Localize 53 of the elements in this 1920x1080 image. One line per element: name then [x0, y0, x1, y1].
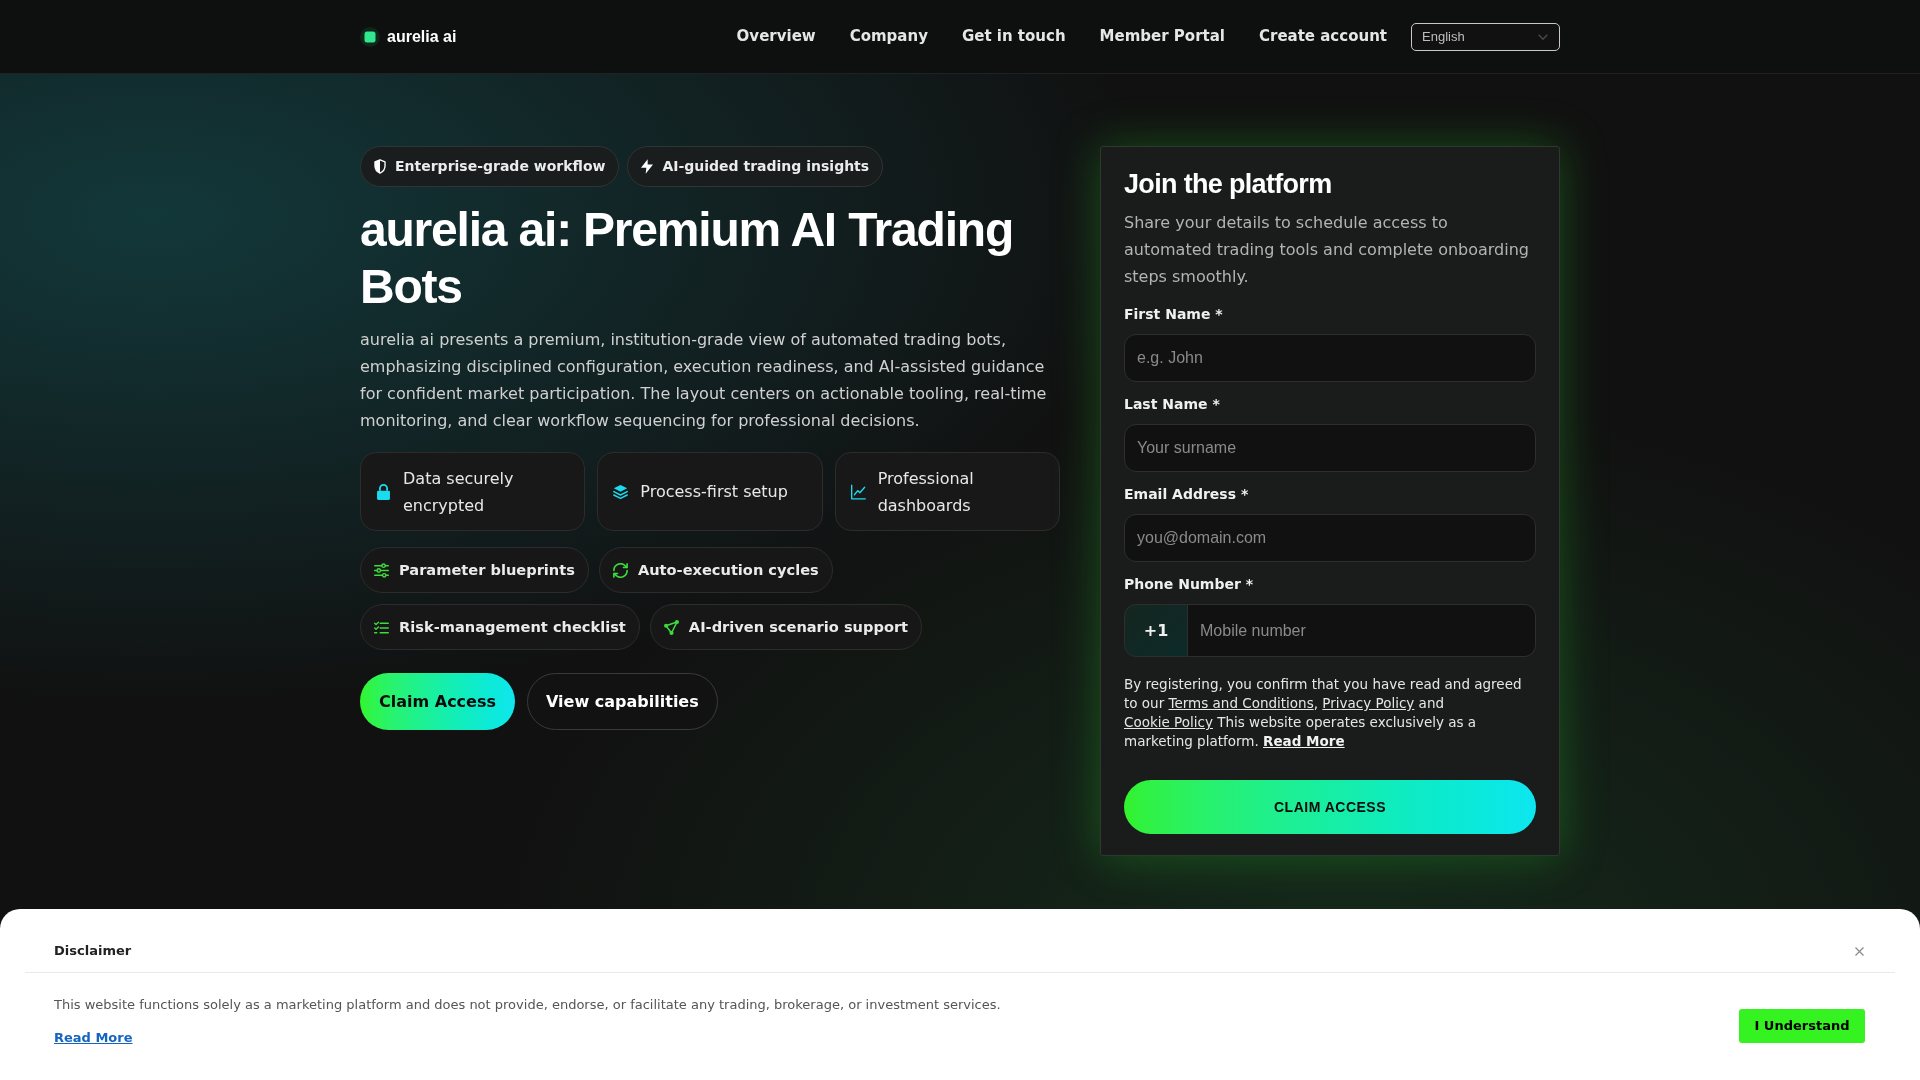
field-label: Email Address * [1124, 485, 1250, 504]
input-field[interactable]: e.g. John [1124, 334, 1536, 382]
lightning-icon [641, 159, 654, 174]
field-label: Last Name * [1124, 395, 1221, 414]
layers-icon [613, 483, 629, 500]
disclaimer-text: This website functions solely as a marketing platform and does not provide, endorse, or facilitate any trading, brokerage, or investment services. [54, 996, 1001, 1014]
read-more-link[interactable]: Read More [54, 1030, 133, 1045]
nav-link[interactable]: Create account [1259, 25, 1387, 48]
shield-icon [374, 159, 386, 174]
claim-access-button[interactable]: Claim Access [360, 673, 515, 730]
intro-paragraph: aurelia ai presents a premium, institution-grade view of automated trading bots, emphasizing disciplined configuration, execution readiness, and AI-assisted guidance for confident market participation. The layout centers on actionable tooling, real-time monitoring, and clear workflow sequencing for professional decisions. [360, 329, 1048, 432]
understand-button[interactable]: I Understand [1739, 1009, 1865, 1043]
field-label: Phone Number * [1124, 575, 1255, 594]
nav-link[interactable]: Member Portal [1099, 25, 1225, 48]
badge-label: AI-guided trading insights [662, 157, 870, 176]
language-select[interactable]: English [1411, 22, 1560, 51]
input-field[interactable]: you@domain.com [1124, 514, 1536, 562]
nodes-icon [663, 619, 679, 635]
policy-link[interactable]: Cookie Policy [1124, 714, 1213, 730]
field-label: First Name * [1124, 305, 1224, 324]
pill-label: AI-driven scenario support [688, 617, 909, 638]
close-icon[interactable] [1855, 946, 1864, 956]
country-code-prefix: +1 [1124, 604, 1188, 657]
sliders-icon [374, 562, 389, 578]
logo-text[interactable]: aurelia ai [387, 24, 457, 49]
policy-link[interactable]: Terms and Conditions [1168, 695, 1314, 711]
checklist-icon [374, 619, 389, 635]
form-description: Share your details to schedule access to automated trading tools and complete onboarding steps smoothly. [1124, 212, 1530, 288]
badge-label: Enterprise-grade workflow [395, 157, 606, 176]
submit-button[interactable]: CLAIM ACCESS [1124, 780, 1536, 834]
view-capabilities-button[interactable]: View capabilities [527, 673, 718, 730]
nav-link[interactable]: Company [849, 25, 928, 48]
input-field[interactable]: Your surname [1124, 424, 1536, 472]
consent-text: By registering, you confirm that you have read and agreed to our Terms and Conditions, Privacy Policy and Cookie Policy This website operates exclusively as a marketing platform. Read More [1124, 675, 1523, 751]
logo-icon [360, 26, 380, 47]
form-title: Join the platform [1124, 168, 1333, 201]
phone-input[interactable]: Mobile number [1188, 604, 1536, 657]
feature-label: Process-first setup [640, 481, 788, 503]
read-more-link[interactable]: Read More [1263, 733, 1345, 749]
line-chart-icon [850, 483, 866, 500]
main-heading: aurelia ai: Premium AI Trading Bots [360, 202, 1015, 315]
feature-label: Professional dashboards [877, 467, 975, 517]
nav-link[interactable]: Get in touch [961, 25, 1066, 48]
lock-icon [376, 483, 391, 500]
nav-link[interactable]: Overview [736, 25, 816, 48]
policy-link[interactable]: Privacy Policy [1322, 695, 1415, 711]
disclaimer-title: Disclaimer [54, 942, 132, 960]
refresh-icon [612, 562, 628, 578]
pill-label: Risk-management checklist [399, 617, 626, 638]
chevron-down-icon [1538, 33, 1548, 40]
pill-label: Parameter blueprints [399, 560, 575, 581]
pill-label: Auto-execution cycles [637, 560, 819, 581]
feature-label: Data securely encrypted [403, 467, 515, 517]
